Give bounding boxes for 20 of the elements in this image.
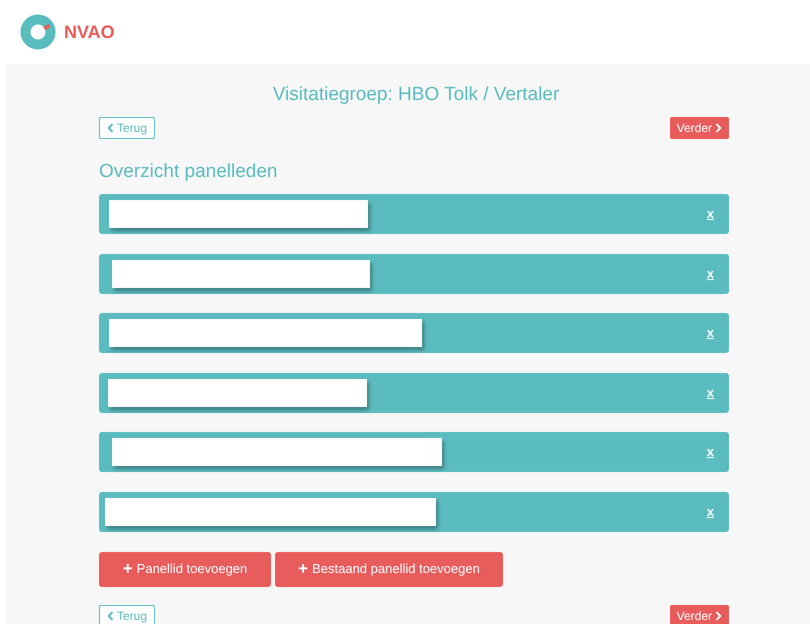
remove-link[interactable]: x [706, 323, 714, 343]
next-button[interactable]: Verder [670, 604, 729, 624]
chevron-right-icon [715, 123, 722, 133]
next-button[interactable]: Verder [670, 117, 729, 139]
remove-link[interactable]: x [706, 502, 714, 522]
add-button[interactable]: + Bestaand panellid toevoegen [275, 552, 503, 586]
logo-text: NVAO [64, 20, 115, 44]
chevron-left-icon [107, 610, 114, 620]
back-button[interactable]: Terug [99, 117, 156, 139]
page-title: Visitatiegroep: HBO Tolk / Vertaler [272, 84, 560, 106]
remove-link[interactable]: x [706, 442, 714, 462]
remove-link[interactable]: x [706, 204, 714, 224]
remove-link[interactable]: x [706, 264, 714, 284]
chevron-right-icon [715, 610, 722, 620]
back-button[interactable]: Terug [99, 604, 156, 624]
add-button[interactable]: + Panellid toevoegen [99, 552, 271, 586]
section-heading: Overzicht panelleden [99, 160, 278, 184]
logo-icon [20, 14, 56, 50]
chevron-left-icon [107, 123, 114, 133]
remove-link[interactable]: x [706, 382, 714, 402]
